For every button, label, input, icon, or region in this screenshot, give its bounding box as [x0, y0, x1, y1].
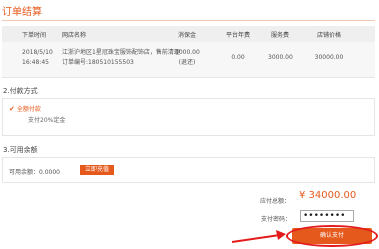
- header-shop-name: 网店名称: [62, 32, 87, 39]
- balance-section-box: 可用余额：0.0000 立即充值: [2, 157, 375, 183]
- table-row: 2018/5/10 16:48:45 江浙沪地区1星冠珠宝服饰配饰店，售前清理 …: [2, 42, 375, 78]
- payment-option-deposit[interactable]: 支付20%定金: [28, 115, 65, 124]
- payment-section-title: 2.付款方式: [3, 87, 38, 95]
- table-header: 下单时间 网店名称 消保金 平台年费 服务费 店铺价格: [2, 26, 375, 42]
- order-time-cell: 2018/5/10 16:48:45: [22, 48, 58, 68]
- header-annual-fee: 平台年费: [225, 32, 250, 39]
- header-service-fee: 服务费: [270, 32, 289, 39]
- check-icon: ✔: [9, 105, 15, 113]
- balance-section-title: 3.可用余额: [3, 146, 38, 154]
- order-date: 2018/5/10: [22, 49, 53, 56]
- total-value: ¥ 34000.00: [299, 190, 357, 201]
- header-shop-price: 店铺价格: [316, 32, 341, 39]
- page-title: 订单结算: [2, 7, 42, 18]
- arrow-icon: [231, 230, 286, 243]
- password-label: 支付密码：: [261, 216, 292, 223]
- annual-fee-value: 0.00: [231, 54, 245, 61]
- order-number: 订单编号:180510155503: [62, 59, 134, 66]
- highlight-ring: [286, 225, 378, 247]
- payment-option-full-label: 全额付款: [16, 106, 41, 113]
- header-order-time: 下单时间: [22, 32, 47, 39]
- shop-name[interactable]: 江浙沪地区1星冠珠宝服饰配饰店，售前清理: [62, 48, 180, 58]
- recharge-button[interactable]: 立即充值: [80, 165, 114, 175]
- deposit-cell: 1000.00 (退还): [175, 48, 200, 68]
- header-deposit: 消保金: [177, 32, 196, 39]
- payment-section-box: ✔ 全额付款 支付20%定金: [2, 98, 375, 136]
- service-fee-value: 3000.00: [268, 54, 293, 61]
- shop-name-cell: 江浙沪地区1星冠珠宝服饰配饰店，售前清理 订单编号:180510155503: [62, 48, 180, 68]
- total-label: 应付总额：: [260, 198, 291, 205]
- password-input[interactable]: ••••••••: [300, 210, 354, 222]
- balance-label: 可用余额：0.0000: [9, 169, 60, 176]
- deposit-value: 1000.00: [175, 49, 200, 56]
- order-table: 下单时间 网店名称 消保金 平台年费 服务费 店铺价格 2018/5/10 16…: [2, 26, 375, 78]
- deposit-note: (退还): [178, 59, 196, 66]
- shop-price-value: 30000.00: [314, 54, 344, 61]
- title-divider: [2, 20, 375, 21]
- order-time: 16:48:45: [22, 59, 49, 66]
- payment-option-full[interactable]: ✔ 全额付款: [9, 104, 41, 113]
